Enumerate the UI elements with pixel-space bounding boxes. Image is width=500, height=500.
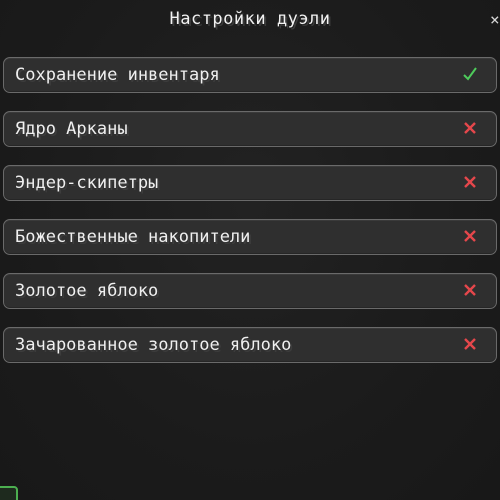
duel-settings-screen: Настройки дуэли × Сохранение инвентаря Я… <box>0 0 500 500</box>
option-label: Ядро Арканы <box>15 119 128 139</box>
checkmark-icon <box>463 67 477 81</box>
cross-icon <box>464 230 476 242</box>
corner-green-button[interactable] <box>0 486 18 500</box>
window-title: Настройки дуэли <box>169 9 331 29</box>
option-label: Эндер-скипетры <box>15 173 159 193</box>
option-label: Сохранение инвентаря <box>15 65 220 85</box>
option-enchanted-golden-apple[interactable]: Зачарованное золотое яблоко <box>3 327 497 363</box>
option-divine-accumulators[interactable]: Божественные накопители <box>3 219 497 255</box>
close-button[interactable]: × <box>490 12 500 28</box>
cross-icon <box>464 284 476 296</box>
option-ender-scepters[interactable]: Эндер-скипетры <box>3 165 497 201</box>
option-label: Божественные накопители <box>15 227 251 247</box>
option-label: Зачарованное золотое яблоко <box>15 335 292 355</box>
option-label: Золотое яблоко <box>15 281 159 301</box>
option-keep-inventory[interactable]: Сохранение инвентаря <box>3 57 497 93</box>
option-golden-apple[interactable]: Золотое яблоко <box>3 273 497 309</box>
options-list: Сохранение инвентаря Ядро Арканы Эндер-с… <box>3 57 497 381</box>
cross-icon <box>464 176 476 188</box>
cross-icon <box>464 122 476 134</box>
cross-icon <box>464 338 476 350</box>
option-arcane-core[interactable]: Ядро Арканы <box>3 111 497 147</box>
